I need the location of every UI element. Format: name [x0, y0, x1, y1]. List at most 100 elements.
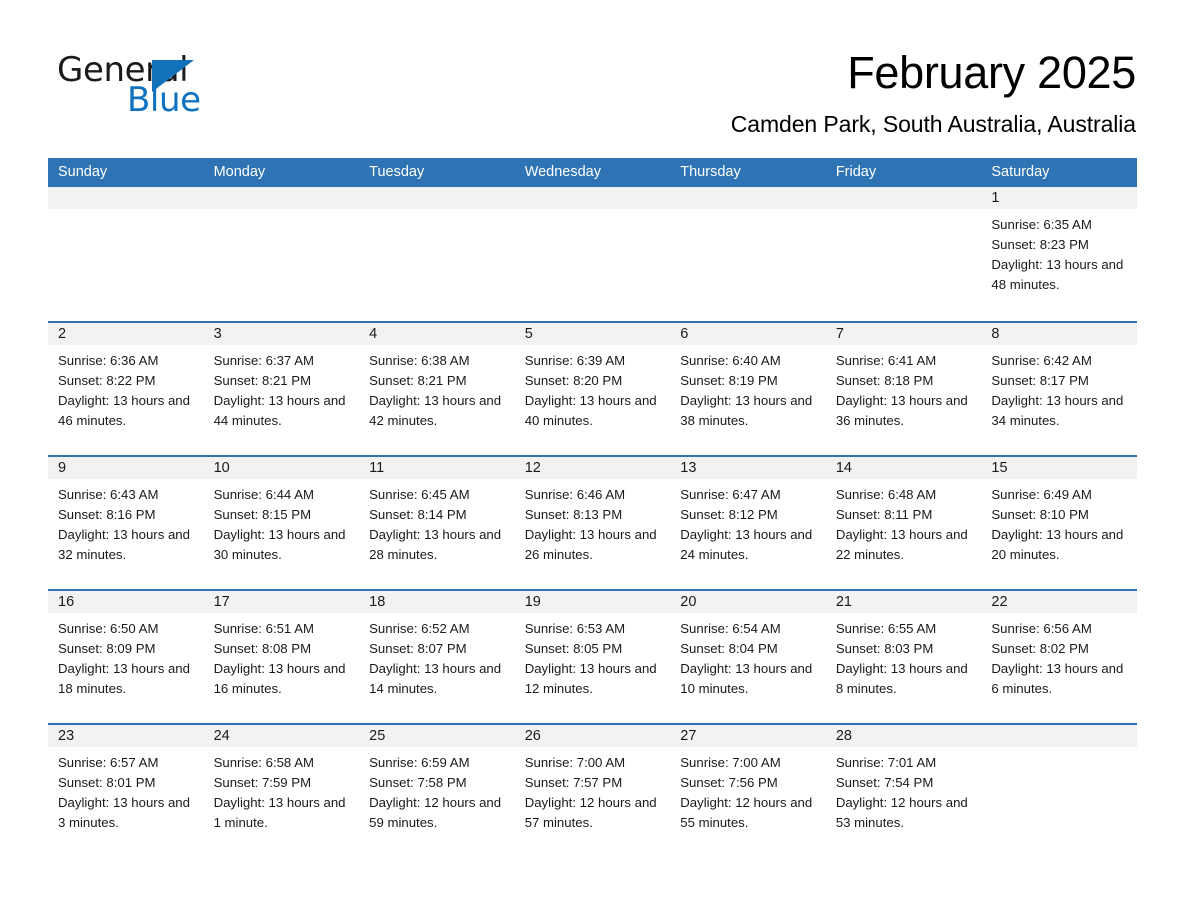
daylight-text: Daylight: 13 hours and 28 minutes.	[369, 527, 502, 562]
sunset-text: Sunset: 8:05 PM	[524, 641, 623, 656]
calendar-day-cell[interactable]: 24 Sunrise: 6:58 AM Sunset: 7:59 PM Dayligh…	[203, 725, 360, 859]
sunrise-text: Sunrise: 6:41 AM	[835, 353, 937, 368]
calendar-day-cell[interactable]: 6 Sunrise: 6:40 AM Sunset: 8:19 PM Daylight…	[670, 323, 826, 455]
generalblue-logo[interactable]: General Blue	[57, 50, 217, 120]
daylight-text: Daylight: 13 hours and 36 minutes.	[835, 393, 968, 428]
sunset-text: Sunset: 8:11 PM	[835, 507, 933, 522]
sunrise-text: Sunrise: 6:54 AM	[680, 621, 781, 636]
day-sun-info: Sunrise: 6:40 AM Sunset: 8:19 PM Daylight:…	[670, 345, 826, 431]
day-number: 26	[514, 725, 671, 747]
calendar-day-cell-empty	[670, 187, 826, 321]
calendar-day-cell[interactable]: 14 Sunrise: 6:48 AM Sunset: 8:11 PM Dayligh…	[825, 457, 982, 589]
sunrise-text: Sunrise: 6:56 AM	[991, 621, 1092, 636]
sunrise-text: Sunrise: 6:57 AM	[58, 755, 159, 770]
weekday-header-thursday: Thursday	[680, 164, 741, 180]
daylight-text: Daylight: 13 hours and 22 minutes.	[835, 527, 968, 562]
weekday-header-tuesday: Tuesday	[369, 164, 425, 180]
daylight-text: Daylight: 13 hours and 3 minutes.	[58, 795, 190, 830]
calendar-day-cell[interactable]: 2 Sunrise: 6:36 AM Sunset: 8:22 PM Daylight…	[48, 323, 204, 455]
daylight-text: Daylight: 13 hours and 32 minutes.	[58, 527, 190, 562]
day-number: 5	[514, 323, 671, 345]
day-sun-info: Sunrise: 6:38 AM Sunset: 8:21 PM Daylight:…	[359, 345, 515, 431]
day-number: 19	[514, 591, 671, 613]
sunset-text: Sunset: 8:23 PM	[991, 237, 1089, 252]
day-number	[825, 187, 982, 209]
calendar-day-cell[interactable]: 4 Sunrise: 6:38 AM Sunset: 8:21 PM Daylight…	[359, 323, 515, 455]
sunrise-text: Sunrise: 6:38 AM	[369, 353, 470, 368]
sunset-text: Sunset: 8:14 PM	[369, 507, 467, 522]
sunrise-text: Sunrise: 6:55 AM	[835, 621, 937, 636]
calendar-day-cell[interactable]: 15 Sunrise: 6:49 AM Sunset: 8:10 PM Dayligh…	[981, 457, 1137, 589]
page-title: February 2025	[847, 47, 1136, 98]
sunset-text: Sunset: 8:21 PM	[213, 373, 312, 388]
calendar-week-row: 16 Sunrise: 6:50 AM Sunset: 8:09 PM Dayligh…	[48, 589, 1137, 723]
calendar-day-cell[interactable]: 22 Sunrise: 6:56 AM Sunset: 8:02 PM Dayligh…	[981, 591, 1137, 723]
day-sun-info: Sunrise: 7:00 AM Sunset: 7:56 PM Daylight:…	[670, 747, 826, 833]
daylight-text: Daylight: 13 hours and 34 minutes.	[991, 393, 1124, 428]
day-number: 13	[670, 457, 826, 479]
daylight-text: Daylight: 13 hours and 12 minutes.	[524, 661, 657, 696]
sunset-text: Sunset: 8:07 PM	[369, 641, 467, 656]
sunrise-text: Sunrise: 6:37 AM	[213, 353, 314, 368]
location-subtitle: Camden Park, South Australia, Australia	[730, 111, 1136, 137]
calendar-week-row: 23 Sunrise: 6:57 AM Sunset: 8:01 PM Dayligh…	[48, 723, 1137, 859]
calendar-day-cell[interactable]: 7 Sunrise: 6:41 AM Sunset: 8:18 PM Daylight…	[825, 323, 982, 455]
calendar-day-cell[interactable]: 21 Sunrise: 6:55 AM Sunset: 8:03 PM Dayligh…	[825, 591, 982, 723]
calendar-day-cell[interactable]: 10 Sunrise: 6:44 AM Sunset: 8:15 PM Dayligh…	[203, 457, 360, 589]
calendar-day-cell[interactable]: 13 Sunrise: 6:47 AM Sunset: 8:12 PM Dayligh…	[670, 457, 826, 589]
calendar-day-cell[interactable]: 3 Sunrise: 6:37 AM Sunset: 8:21 PM Daylight…	[203, 323, 360, 455]
day-number: 11	[359, 457, 515, 479]
sunset-text: Sunset: 8:19 PM	[680, 373, 778, 388]
sunrise-text: Sunrise: 6:59 AM	[369, 755, 470, 770]
calendar-day-cell[interactable]: 11 Sunrise: 6:45 AM Sunset: 8:14 PM Dayligh…	[359, 457, 515, 589]
weekday-header-wednesday: Wednesday	[524, 164, 601, 180]
sunrise-text: Sunrise: 6:49 AM	[991, 487, 1092, 502]
day-sun-info: Sunrise: 6:58 AM Sunset: 7:59 PM Daylight:…	[204, 747, 360, 833]
sunset-text: Sunset: 7:59 PM	[213, 775, 312, 790]
calendar-day-cell[interactable]: 23 Sunrise: 6:57 AM Sunset: 8:01 PM Dayligh…	[48, 725, 204, 859]
calendar-day-cell[interactable]: 5 Sunrise: 6:39 AM Sunset: 8:20 PM Daylight…	[514, 323, 671, 455]
calendar-day-cell[interactable]: 17 Sunrise: 6:51 AM Sunset: 8:08 PM Dayligh…	[203, 591, 360, 723]
calendar-day-cell[interactable]: 8 Sunrise: 6:42 AM Sunset: 8:17 PM Daylight…	[981, 323, 1137, 455]
sunrise-text: Sunrise: 6:52 AM	[369, 621, 470, 636]
day-number	[670, 187, 826, 209]
sunset-text: Sunset: 8:16 PM	[58, 507, 156, 522]
day-number: 7	[825, 323, 982, 345]
sunset-text: Sunset: 8:17 PM	[991, 373, 1089, 388]
calendar-day-cell[interactable]: 19 Sunrise: 6:53 AM Sunset: 8:05 PM Dayligh…	[514, 591, 671, 723]
calendar-day-cell[interactable]: 18 Sunrise: 6:52 AM Sunset: 8:07 PM Dayligh…	[359, 591, 515, 723]
calendar-day-cell[interactable]: 1 Sunrise: 6:35 AM Sunset: 8:23 PM Daylight…	[981, 187, 1137, 321]
daylight-text: Daylight: 12 hours and 53 minutes.	[835, 795, 968, 830]
daylight-text: Daylight: 12 hours and 55 minutes.	[680, 795, 813, 830]
day-number: 4	[359, 323, 515, 345]
sunset-text: Sunset: 8:08 PM	[213, 641, 312, 656]
day-number: 20	[670, 591, 826, 613]
calendar-day-cell[interactable]: 9 Sunrise: 6:43 AM Sunset: 8:16 PM Daylight…	[48, 457, 204, 589]
day-sun-info: Sunrise: 7:00 AM Sunset: 7:57 PM Daylight:…	[515, 747, 671, 833]
day-sun-info: Sunrise: 6:35 AM Sunset: 8:23 PM Daylight:…	[981, 209, 1137, 295]
daylight-text: Daylight: 13 hours and 44 minutes.	[213, 393, 346, 428]
calendar-week-row: 2 Sunrise: 6:36 AM Sunset: 8:22 PM Daylight…	[48, 321, 1137, 455]
calendar-day-cell[interactable]: 12 Sunrise: 6:46 AM Sunset: 8:13 PM Dayligh…	[514, 457, 671, 589]
calendar-day-cell-empty	[981, 725, 1137, 859]
calendar-day-cell[interactable]: 27 Sunrise: 7:00 AM Sunset: 7:56 PM Dayligh…	[670, 725, 826, 859]
day-number: 18	[359, 591, 515, 613]
calendar-day-cell[interactable]: 28 Sunrise: 7:01 AM Sunset: 7:54 PM Dayligh…	[825, 725, 982, 859]
sunrise-text: Sunrise: 7:01 AM	[835, 755, 937, 770]
logo-text-blue: Blue	[127, 80, 201, 120]
day-sun-info: Sunrise: 7:01 AM Sunset: 7:54 PM Daylight:…	[826, 747, 982, 833]
calendar-day-cell[interactable]: 16 Sunrise: 6:50 AM Sunset: 8:09 PM Dayligh…	[48, 591, 204, 723]
calendar-day-cell[interactable]: 26 Sunrise: 7:00 AM Sunset: 7:57 PM Dayligh…	[514, 725, 671, 859]
day-sun-info: Sunrise: 6:51 AM Sunset: 8:08 PM Daylight:…	[204, 613, 360, 699]
calendar-day-cell[interactable]: 20 Sunrise: 6:54 AM Sunset: 8:04 PM Dayligh…	[670, 591, 826, 723]
day-sun-info: Sunrise: 6:45 AM Sunset: 8:14 PM Daylight:…	[359, 479, 515, 565]
day-number: 1	[981, 187, 1137, 209]
weekday-header-friday: Friday	[835, 164, 877, 180]
daylight-text: Daylight: 13 hours and 46 minutes.	[58, 393, 190, 428]
sunset-text: Sunset: 7:56 PM	[680, 775, 778, 790]
day-sun-info: Sunrise: 6:46 AM Sunset: 8:13 PM Daylight:…	[515, 479, 671, 565]
daylight-text: Daylight: 13 hours and 1 minute.	[213, 795, 346, 830]
calendar-day-cell[interactable]: 25 Sunrise: 6:59 AM Sunset: 7:58 PM Dayligh…	[359, 725, 515, 859]
calendar-grid: Sunday Monday Tuesday Wednesday Thursday Frid…	[48, 158, 1137, 859]
day-sun-info: Sunrise: 6:52 AM Sunset: 8:07 PM Daylight:…	[359, 613, 515, 699]
